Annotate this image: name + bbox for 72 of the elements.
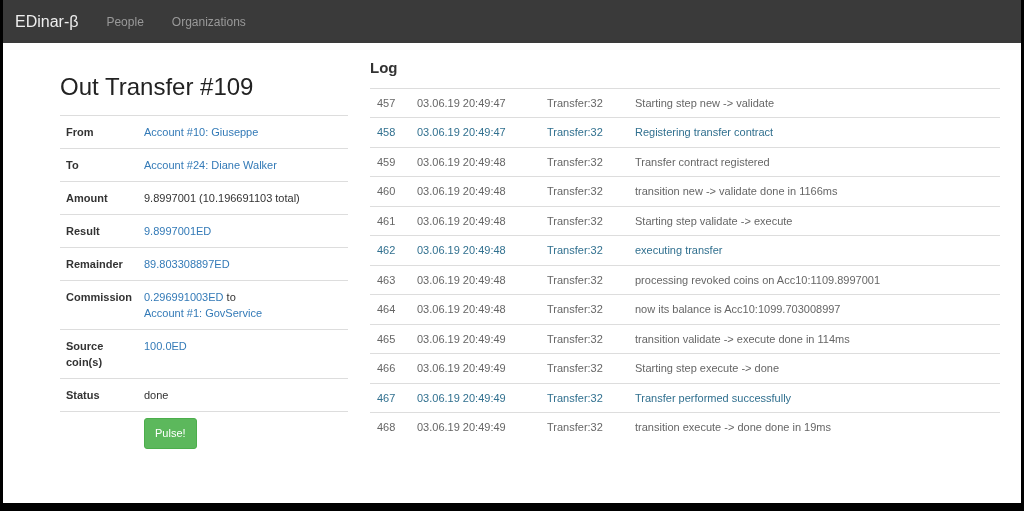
log-source: Transfer:32 xyxy=(547,390,604,406)
log-source: Transfer:32 xyxy=(547,361,604,376)
log-source: Transfer:32 xyxy=(547,184,604,199)
field-label: Amount xyxy=(66,191,109,206)
log-id: 459 xyxy=(377,154,397,170)
log-message: processing revoked coins on Acc10:1109.8997001 xyxy=(635,272,881,288)
log-message: Transfer contract registered xyxy=(635,154,770,170)
log-message: Starting step execute -> done xyxy=(635,361,779,376)
log-id: 464 xyxy=(377,302,397,317)
log-message: now its balance is Acc10:1099.703008997 xyxy=(635,302,841,317)
value-link[interactable]: 9.8997001ED xyxy=(144,223,212,239)
nav-link[interactable]: Organizations xyxy=(171,12,246,31)
page-title: Out Transfer #109 xyxy=(60,72,255,102)
field-label: From xyxy=(66,125,95,140)
log-message: executing transfer xyxy=(635,243,723,258)
log-time: 03.06.19 20:49:48 xyxy=(417,213,507,229)
log-id: 457 xyxy=(377,95,397,111)
log-source: Transfer:32 xyxy=(547,154,604,170)
log-message: Starting step validate -> execute xyxy=(635,213,793,229)
field-label: Status xyxy=(66,388,101,403)
value-link[interactable]: Account #1: GovService xyxy=(144,305,262,321)
log-id: 465 xyxy=(377,331,397,347)
value-text: to xyxy=(226,290,236,305)
log-id: 467 xyxy=(377,390,397,406)
log-time: 03.06.19 20:49:49 xyxy=(417,390,507,406)
log-source: Transfer:32 xyxy=(547,95,604,111)
log-source: Transfer:32 xyxy=(547,420,604,435)
log-time: 03.06.19 20:49:47 xyxy=(417,125,507,140)
log-message: Registering transfer contract xyxy=(635,125,774,140)
log-id: 466 xyxy=(377,361,397,376)
log-message: Transfer performed successfully xyxy=(635,390,792,406)
log-id: 463 xyxy=(377,272,397,288)
value-link[interactable]: Account #24: Diane Walker xyxy=(144,157,277,173)
value-link[interactable]: 100.0ED xyxy=(144,338,187,354)
log-time: 03.06.19 20:49:49 xyxy=(417,361,507,376)
log-message: transition new -> validate done in 1166ms xyxy=(635,184,838,199)
value-link[interactable]: 0.296991003ED xyxy=(144,289,224,305)
log-message: transition validate -> execute done in 114ms xyxy=(635,331,850,347)
log-time: 03.06.19 20:49:47 xyxy=(417,95,507,111)
log-source: Transfer:32 xyxy=(547,243,604,258)
log-time: 03.06.19 20:49:48 xyxy=(417,272,507,288)
pulse-button[interactable]: Pulse! xyxy=(144,418,197,449)
field-label: To xyxy=(66,158,80,173)
field-label: Commission xyxy=(66,290,133,305)
nav-link[interactable]: People xyxy=(106,12,144,31)
field-label: Result xyxy=(66,224,101,239)
log-time: 03.06.19 20:49:48 xyxy=(417,243,507,258)
log-source: Transfer:32 xyxy=(547,272,604,288)
field-label: Source coin(s) xyxy=(66,339,105,370)
log-id: 468 xyxy=(377,420,397,435)
value-link[interactable]: 89.803308897ED xyxy=(144,256,230,272)
log-id: 462 xyxy=(377,243,397,258)
log-id: 460 xyxy=(377,184,397,199)
log-source: Transfer:32 xyxy=(547,213,604,229)
log-title: Log xyxy=(370,58,399,78)
log-source: Transfer:32 xyxy=(547,331,604,347)
log-message: transition execute -> done done in 19ms xyxy=(635,420,831,435)
log-time: 03.06.19 20:49:49 xyxy=(417,331,507,347)
log-time: 03.06.19 20:49:48 xyxy=(417,184,507,199)
log-time: 03.06.19 20:49:49 xyxy=(417,420,507,435)
log-time: 03.06.19 20:49:48 xyxy=(417,302,507,317)
log-message: Starting step new -> validate xyxy=(635,95,775,111)
log-source: Transfer:32 xyxy=(547,125,604,140)
value-text: done xyxy=(144,388,169,403)
log-id: 458 xyxy=(377,125,397,140)
log-source: Transfer:32 xyxy=(547,302,604,317)
value-text: 9.8997001 (10.196691103 total) xyxy=(144,191,300,206)
log-id: 461 xyxy=(377,213,397,229)
value-link[interactable]: Account #10: Giuseppe xyxy=(144,124,259,140)
log-time: 03.06.19 20:49:48 xyxy=(417,154,507,170)
field-label: Remainder xyxy=(66,257,124,272)
brand-link[interactable]: EDinar-β xyxy=(15,9,79,34)
